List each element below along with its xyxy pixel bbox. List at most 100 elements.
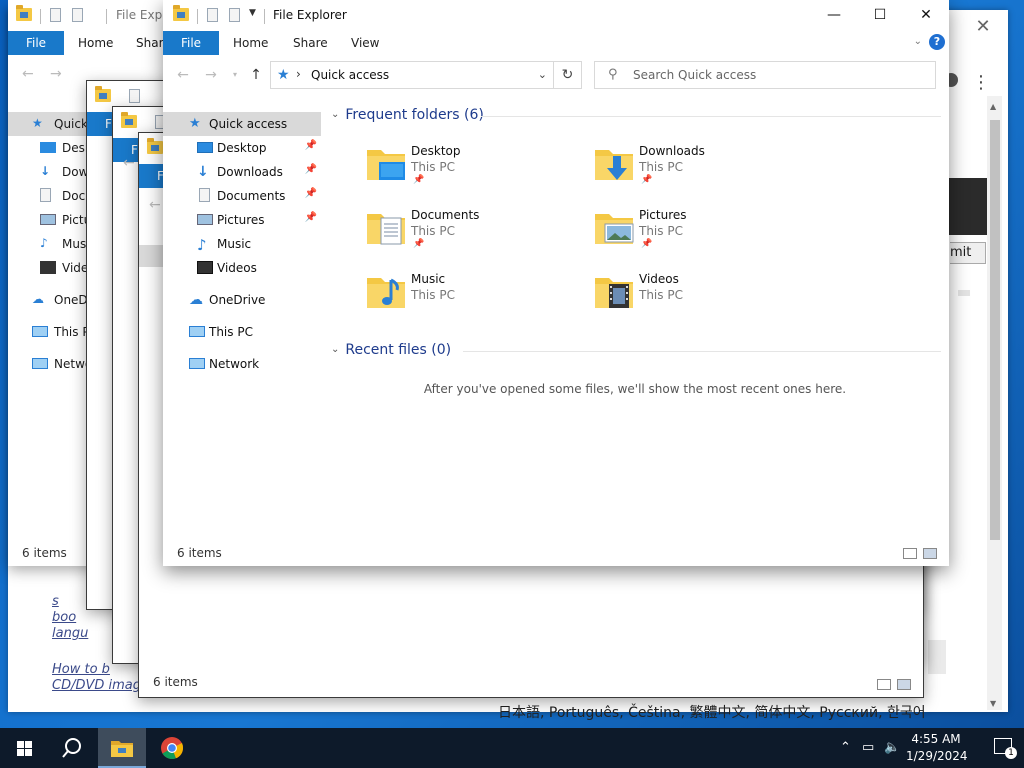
properties-icon[interactable] xyxy=(50,8,64,22)
minimize-button[interactable]: — xyxy=(811,0,857,31)
forward-arrow-icon[interactable]: → xyxy=(50,66,62,82)
browser-close-button[interactable]: ✕ xyxy=(972,16,994,38)
pin-icon[interactable]: 📌 xyxy=(305,164,317,175)
tab-home[interactable]: Home xyxy=(78,36,113,50)
browser-menu-icon[interactable]: ⋮ xyxy=(972,72,990,93)
new-folder-icon[interactable] xyxy=(229,8,243,22)
forward-arrow-icon[interactable]: → xyxy=(201,65,221,85)
back-arrow-icon[interactable]: ← xyxy=(123,155,135,171)
nav-item-network[interactable]: Network xyxy=(163,352,321,376)
ribbon: File Home Share xyxy=(8,31,168,55)
breadcrumb[interactable]: Quick access xyxy=(311,68,389,82)
frequent-folders-header[interactable]: ⌄ Frequent folders (6) xyxy=(331,107,941,127)
scroll-down-arrow-icon[interactable]: ▼ xyxy=(990,699,996,708)
back-arrow-icon[interactable]: ← xyxy=(149,197,161,213)
properties-icon[interactable] xyxy=(207,8,221,22)
scroll-up-arrow-icon[interactable]: ▲ xyxy=(990,102,996,111)
collapse-chevron-icon[interactable]: ⌄ xyxy=(331,109,339,120)
maximize-button[interactable]: ☐ xyxy=(857,0,903,31)
notification-count-badge: 1 xyxy=(1005,747,1017,759)
back-arrow-icon[interactable]: ← xyxy=(22,66,34,82)
status-bar: 6 items xyxy=(153,675,198,689)
back-arrow-icon[interactable]: ← xyxy=(173,65,193,85)
nav-item-videos[interactable]: Videos xyxy=(163,256,321,280)
quick-access-star-icon: ★ xyxy=(32,116,43,130)
folder-tile-videos[interactable]: Videos This PC xyxy=(593,268,813,328)
tab-home[interactable]: Home xyxy=(233,31,268,55)
file-explorer-window[interactable]: ▼ File Explorer — ☐ ✕ File Home Share Vi… xyxy=(163,0,949,566)
system-tray: ⌃ ▭ 🔈 4:55 AM 1/29/2024 1 xyxy=(824,728,1024,768)
breadcrumb-chevron-icon[interactable]: › xyxy=(296,67,301,81)
nav-item-quick-access[interactable]: ★ Quick access xyxy=(163,112,321,136)
recent-files-header[interactable]: ⌄ Recent files (0) xyxy=(331,342,941,362)
up-arrow-icon[interactable]: ↑ xyxy=(246,65,266,85)
tab-view[interactable]: View xyxy=(351,31,379,55)
videos-folder-icon xyxy=(595,278,633,308)
taskbar-chrome[interactable] xyxy=(148,728,196,768)
folder-location: This PC xyxy=(411,224,455,238)
scrollbar-thumb[interactable] xyxy=(990,120,1000,540)
nav-item-downloads[interactable]: ↓ Downloads 📌 xyxy=(163,160,321,184)
search-input[interactable] xyxy=(633,66,923,84)
folder-tile-desktop[interactable]: Desktop This PC 📌 xyxy=(365,140,585,200)
pin-icon[interactable]: 📌 xyxy=(305,188,317,199)
nav-item-onedrive[interactable]: ☁ OneDrive xyxy=(163,288,321,312)
search-taskbar-button[interactable] xyxy=(48,728,96,768)
view-toggle[interactable] xyxy=(877,679,913,691)
close-button[interactable]: ✕ xyxy=(903,0,949,31)
clock[interactable]: 4:55 AM 1/29/2024 xyxy=(906,731,968,765)
folder-tile-pictures[interactable]: Pictures This PC 📌 xyxy=(593,204,813,264)
nav-label: Quick xyxy=(54,117,88,131)
nav-item-documents[interactable]: Documents 📌 xyxy=(163,184,321,208)
nav-item-this-pc[interactable]: This PC xyxy=(163,320,321,344)
pin-icon: 📌 xyxy=(641,175,653,185)
pin-icon[interactable]: 📌 xyxy=(305,212,317,223)
tab-share[interactable]: Share xyxy=(293,31,328,55)
folder-tile-music[interactable]: Music This PC xyxy=(365,268,585,328)
volume-muted-icon[interactable]: 🔈 xyxy=(884,740,900,755)
folder-location: This PC xyxy=(639,288,683,302)
tab-file[interactable]: File xyxy=(163,31,219,55)
nav-item-music[interactable]: ♪ Music xyxy=(163,232,321,256)
properties-icon[interactable] xyxy=(129,89,143,103)
details-view-icon[interactable] xyxy=(877,679,891,690)
taskbar-file-explorer[interactable] xyxy=(98,728,146,768)
nav-item-desktop[interactable]: Desktop 📌 xyxy=(163,136,321,160)
title-bar[interactable]: ▼ File Explorer — ☐ ✕ xyxy=(163,0,949,32)
expand-ribbon-icon[interactable]: ⌄ xyxy=(914,36,922,47)
network-status-icon[interactable]: ▭ xyxy=(862,740,874,755)
customize-quick-access-icon[interactable]: ▼ xyxy=(249,8,256,18)
pin-icon[interactable]: 📌 xyxy=(305,140,317,151)
browser-scrollbar[interactable]: ▲ ▼ xyxy=(987,96,1002,710)
network-icon xyxy=(32,358,48,369)
address-bar[interactable]: ★ › Quick access ⌄ xyxy=(270,61,554,89)
refresh-button[interactable]: ↻ xyxy=(554,61,582,89)
how-to-link-line2[interactable]: CD/DVD imag xyxy=(52,678,141,694)
view-toggle[interactable] xyxy=(903,548,939,560)
recent-locations-icon[interactable]: ▾ xyxy=(225,65,245,85)
onedrive-icon: ☁ xyxy=(32,292,44,306)
notifications-icon[interactable]: 1 xyxy=(994,738,1017,759)
desktop-icon xyxy=(40,142,56,153)
large-icons-view-icon[interactable] xyxy=(897,679,911,690)
start-button[interactable] xyxy=(0,728,48,768)
collapse-chevron-icon[interactable]: ⌄ xyxy=(331,344,339,355)
folder-tile-documents[interactable]: Documents This PC 📌 xyxy=(365,204,585,264)
folder-icon xyxy=(173,5,189,22)
address-dropdown-icon[interactable]: ⌄ xyxy=(538,68,547,81)
help-icon[interactable]: ? xyxy=(929,34,945,50)
submit-button[interactable]: mit xyxy=(950,242,986,264)
details-view-icon[interactable] xyxy=(903,548,917,559)
how-to-link[interactable]: How to b xyxy=(52,662,141,678)
tab-file[interactable]: File xyxy=(8,31,64,55)
new-folder-icon[interactable] xyxy=(72,8,86,22)
show-hidden-icons-chevron-icon[interactable]: ⌃ xyxy=(840,740,851,755)
large-icons-view-icon[interactable] xyxy=(923,548,937,559)
title-bar[interactable]: File Explo xyxy=(8,0,168,32)
pin-icon: 📌 xyxy=(413,239,425,249)
folder-tile-downloads[interactable]: Downloads This PC 📌 xyxy=(593,140,813,200)
folder-location: This PC xyxy=(639,224,683,238)
search-box[interactable]: ⚲ xyxy=(594,61,936,89)
folder-name: Downloads xyxy=(639,144,705,158)
nav-item-pictures[interactable]: Pictures 📌 xyxy=(163,208,321,232)
